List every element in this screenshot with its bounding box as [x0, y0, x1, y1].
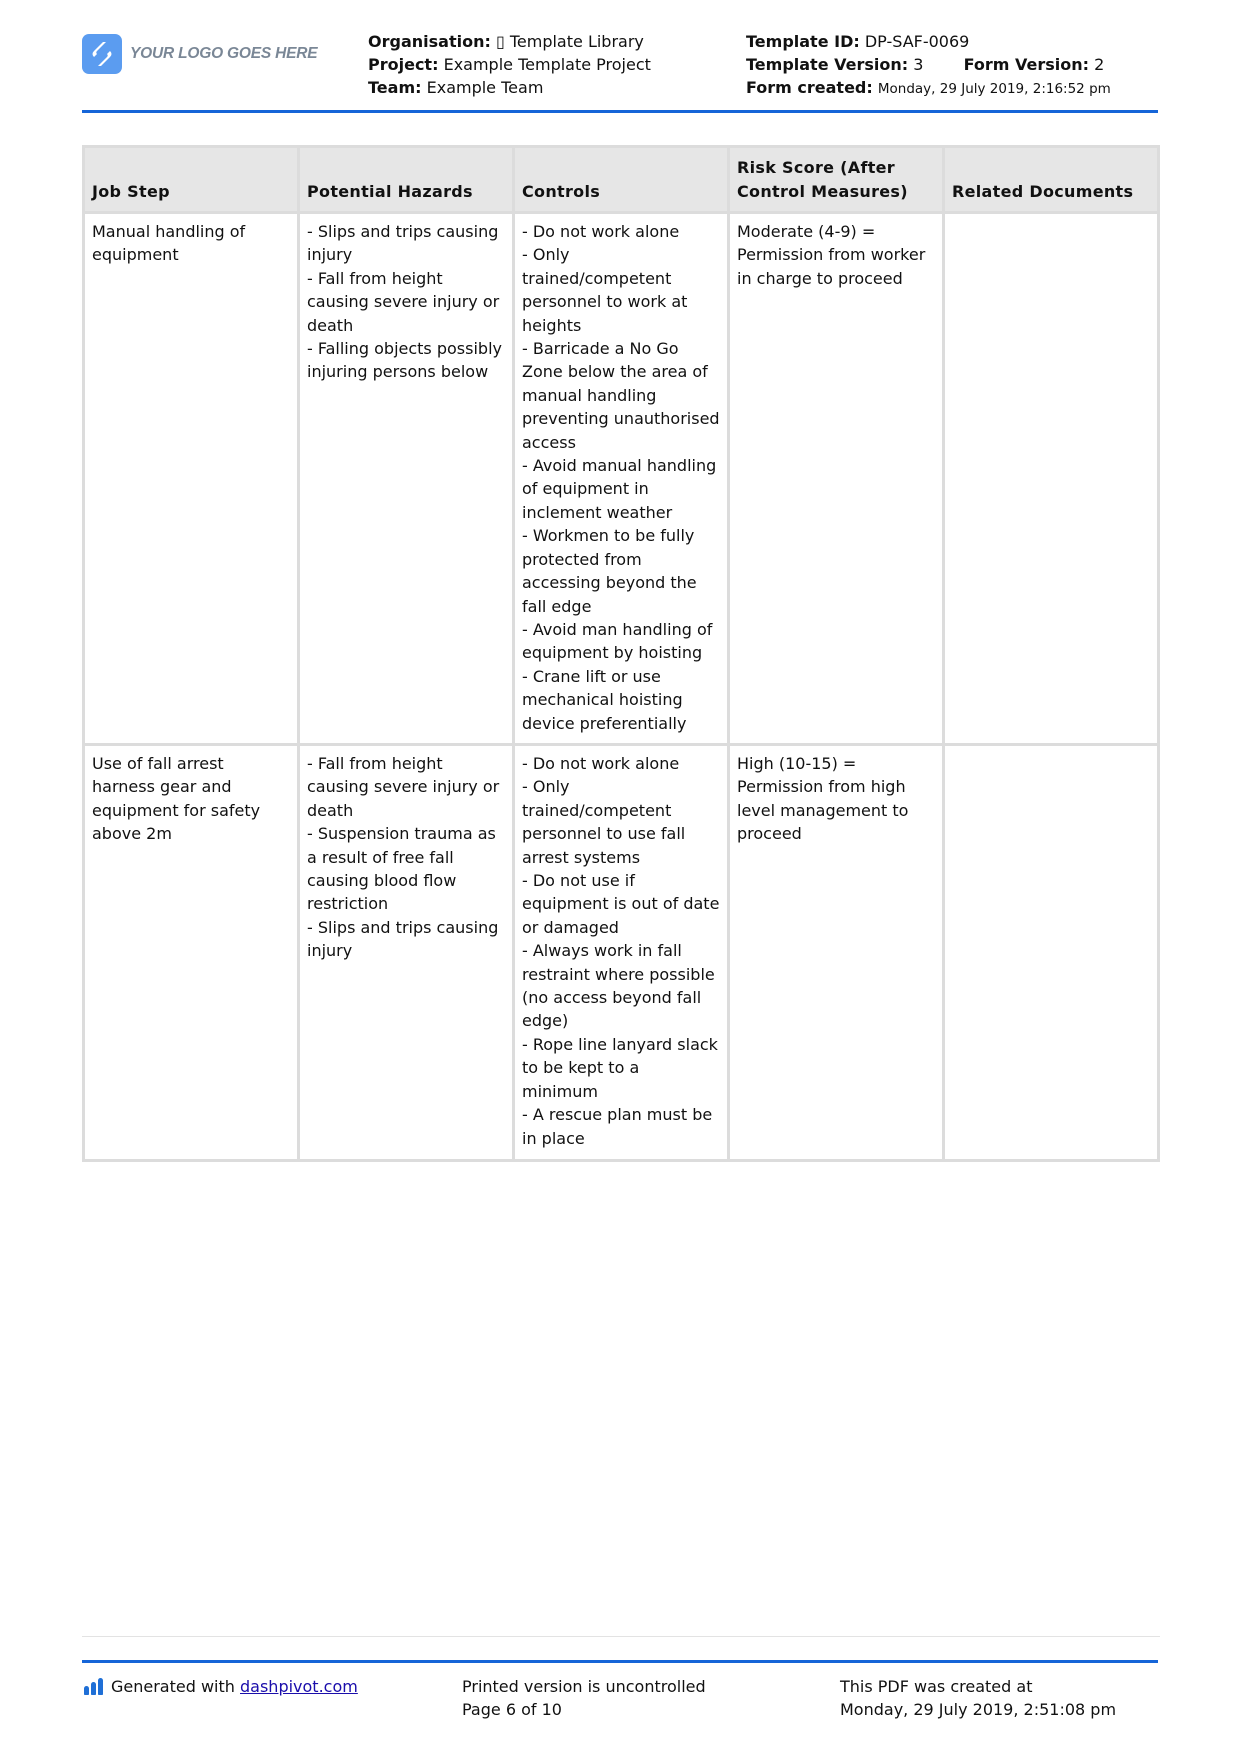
cell-line: - Barricade a No Go Zone below the area …	[522, 339, 720, 452]
column-header-risk-score: Risk Score (After Control Measures)	[727, 145, 945, 214]
table-row: Manual handling of equipment - Slips and…	[82, 211, 1160, 746]
cell-line: - Crane lift or use mechanical hoisting …	[522, 666, 687, 733]
logo: YOUR LOGO GOES HERE	[82, 34, 318, 74]
cell-line: High (10-15) = Permission from high leve…	[737, 754, 909, 844]
team-value: Example Team	[426, 78, 544, 97]
footer-divider	[82, 1660, 1158, 1663]
team-line: Team: Example Team	[368, 76, 651, 99]
page-number: Page 6 of 10	[462, 1700, 562, 1719]
cell-line: - Slips and trips causing injury	[307, 917, 499, 961]
table-header-row: Job Step Potential Hazards Controls Risk…	[82, 145, 1160, 214]
organisation-line: Organisation: ▯ Template Library	[368, 30, 651, 53]
risk-assessment-table: Job Step Potential Hazards Controls Risk…	[82, 145, 1160, 1162]
form-version-value: 2	[1094, 55, 1105, 74]
cell-related-documents	[942, 211, 1160, 746]
cell-line: Moderate (4-9) = Permission from worker …	[737, 222, 926, 288]
logo-text: YOUR LOGO GOES HERE	[130, 45, 318, 62]
form-version-label: Form Version:	[963, 55, 1090, 74]
cell-potential-hazards: - Slips and trips causing injury - Fall f…	[297, 211, 515, 746]
column-header-related-documents: Related Documents	[942, 145, 1160, 214]
version-line: Template Version: 3 Form Version: 2	[746, 53, 1111, 76]
organisation-value: ▯ Template Library	[495, 32, 644, 51]
dashpivot-bars-icon	[84, 1678, 103, 1695]
cell-controls: - Do not work alone - Only trained/compet…	[512, 211, 730, 746]
cell-line: - Avoid man handling of equipment by hoi…	[522, 619, 713, 663]
team-label: Team:	[368, 78, 422, 97]
pdf-created-value: Monday, 29 July 2019, 2:51:08 pm	[840, 1700, 1117, 1719]
organisation-label: Organisation:	[368, 32, 491, 51]
cell-job-step: Manual handling of equipment	[82, 211, 300, 746]
cell-controls: - Do not work alone - Only trained/compet…	[512, 743, 730, 1162]
footer-thin-divider	[82, 1636, 1160, 1637]
column-header-potential-hazards: Potential Hazards	[297, 145, 515, 214]
form-created-line: Form created: Monday, 29 July 2019, 2:16…	[746, 76, 1111, 101]
cell-line: - Suspension trauma as a result of free …	[307, 824, 496, 914]
cell-line: - Falling objects possibly injuring pers…	[307, 339, 502, 382]
table-row: Use of fall arrest harness gear and equi…	[82, 743, 1160, 1162]
cell-line: - Avoid manual handling of equipment in …	[522, 456, 717, 522]
cell-potential-hazards: - Fall from height causing severe injury…	[297, 743, 515, 1162]
header-divider	[82, 110, 1158, 113]
form-created-value: Monday, 29 July 2019, 2:16:52 pm	[877, 81, 1111, 97]
cell-line: - Only trained/competent personnel to wo…	[522, 245, 688, 335]
uncontrolled-notice: Printed version is uncontrolled	[462, 1677, 706, 1696]
column-header-controls: Controls	[512, 145, 730, 214]
cell-line: - Only trained/competent personnel to us…	[522, 777, 686, 867]
cell-line: Use of fall arrest harness gear and equi…	[92, 754, 261, 844]
header-meta-organisation: Organisation: ▯ Template Library Project…	[368, 30, 651, 99]
cell-line: - Workmen to be fully protected from acc…	[522, 526, 697, 616]
cell-line: - Do not work alone	[522, 754, 680, 773]
cell-job-step: Use of fall arrest harness gear and equi…	[82, 743, 300, 1162]
column-header-job-step: Job Step	[82, 145, 300, 214]
header-meta-template: Template ID: DP-SAF-0069 Template Versio…	[746, 30, 1111, 101]
dashpivot-link[interactable]: dashpivot.com	[240, 1675, 358, 1698]
footer-page-info: Printed version is uncontrolled Page 6 o…	[462, 1675, 706, 1721]
project-line: Project: Example Template Project	[368, 53, 651, 76]
cell-line: - Do not work alone	[522, 222, 680, 241]
cell-related-documents	[942, 743, 1160, 1162]
template-version-value: 3	[913, 55, 924, 74]
footer-pdf-created: This PDF was created at Monday, 29 July …	[840, 1675, 1116, 1721]
form-created-label: Form created:	[746, 78, 873, 97]
page-header: YOUR LOGO GOES HERE Organisation: ▯ Temp…	[82, 30, 1158, 112]
cell-line: - Fall from height causing severe injury…	[307, 268, 500, 335]
logo-icon	[82, 34, 122, 74]
template-id-label: Template ID:	[746, 32, 860, 51]
template-version-label: Template Version:	[746, 55, 909, 74]
project-value: Example Template Project	[443, 55, 651, 74]
pdf-created-label: This PDF was created at	[840, 1677, 1033, 1696]
cell-line: - Rope line lanyard slack to be kept to …	[522, 1034, 718, 1101]
cell-risk-score: High (10-15) = Permission from high leve…	[727, 743, 945, 1162]
risk-table-container: Job Step Potential Hazards Controls Risk…	[82, 145, 1160, 1162]
cell-line: - Fall from height causing severe injury…	[307, 754, 500, 820]
cell-line: - Always work in fall restraint where po…	[522, 941, 715, 1031]
generated-prefix: Generated with	[111, 1677, 240, 1696]
cell-line: - A rescue plan must be in place	[522, 1105, 713, 1148]
project-label: Project:	[368, 55, 439, 74]
cell-line: - Do not use if equipment is out of date…	[522, 871, 720, 937]
cell-line: - Slips and trips causing injury	[307, 222, 499, 265]
template-id-value: DP-SAF-0069	[864, 32, 970, 51]
template-id-line: Template ID: DP-SAF-0069	[746, 30, 1111, 53]
cell-risk-score: Moderate (4-9) = Permission from worker …	[727, 211, 945, 746]
cell-line: Manual handling of equipment	[92, 222, 246, 265]
generated-with: Generated with dashpivot.com	[84, 1675, 358, 1698]
